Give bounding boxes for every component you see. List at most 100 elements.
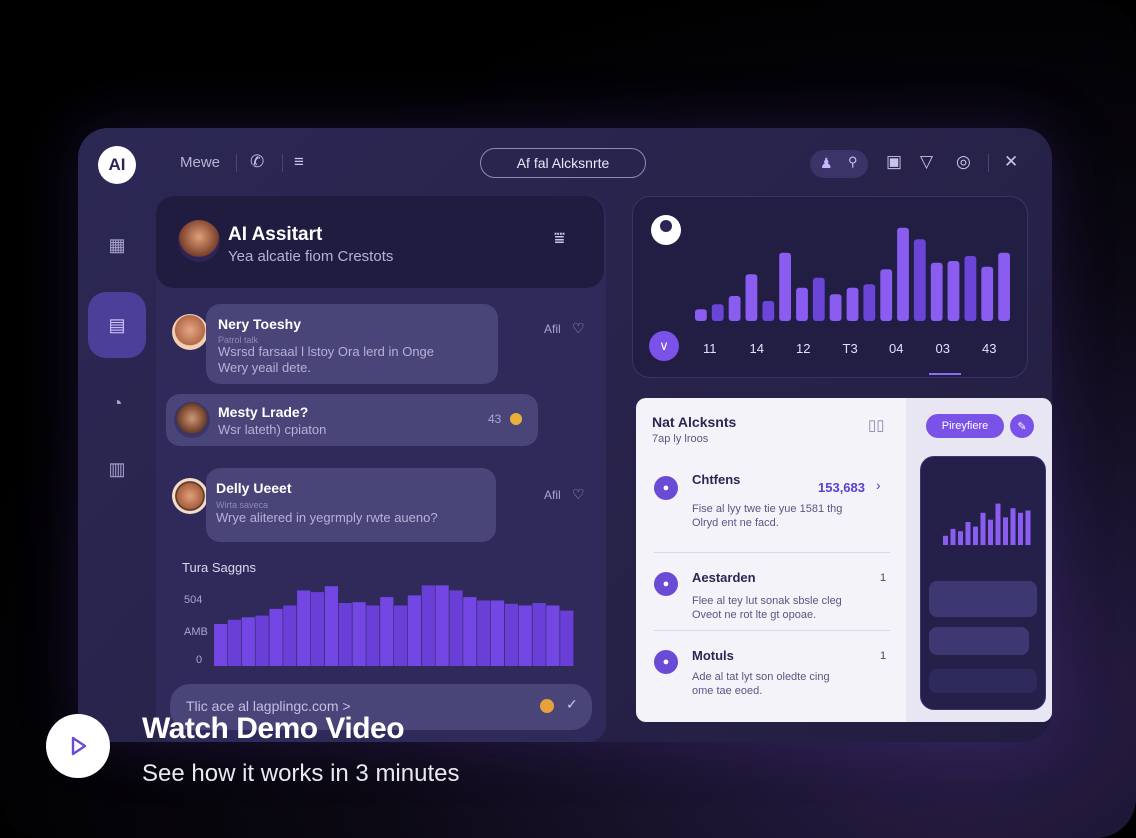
x-tick-label: 03 [935, 341, 950, 356]
phone-card [929, 627, 1029, 655]
histogram-bar [435, 585, 449, 666]
heart-icon[interactable]: ♡ [572, 486, 585, 503]
item-text: ome tae eoed. [692, 685, 763, 697]
histogram-bar [504, 603, 518, 666]
bar [695, 309, 707, 321]
message-bubble[interactable]: Nery Toeshy Patrol talk Wsrsd farsaal l … [206, 304, 498, 384]
mini-chart-title: Tura Saggns [182, 560, 256, 575]
x-tick-label: 43 [982, 341, 997, 356]
user-group-toggle[interactable]: ♟ ⚲ [810, 150, 868, 178]
message-text: Wery yeail dete. [218, 360, 311, 375]
phone-chart [943, 503, 1031, 545]
layout-icon[interactable]: ▯▯ [868, 416, 885, 434]
phone-icon[interactable]: ✆ [250, 152, 264, 172]
filter-icon[interactable]: ⩸ [554, 228, 565, 249]
demo-overlay: Watch Demo Video See how it works in 3 m… [0, 700, 1136, 838]
histogram-bar [297, 590, 311, 666]
bar [947, 261, 960, 321]
video-card[interactable]: AI Mewe ✆ ≡ Af fal Alcksnrte ♟ ⚲ ▣ ▽ ◎ ✕… [0, 0, 1136, 838]
message-sender: Mesty Lrade? [218, 404, 309, 420]
phone-bar [973, 526, 978, 545]
chart-toggle-button[interactable]: ∨ [649, 331, 679, 361]
chat-icon[interactable]: ◔ [100, 386, 134, 420]
item-title: Aestarden [692, 570, 756, 585]
item-text: Ade al tat lyt son oledte cing [692, 671, 830, 683]
histogram-bar [255, 615, 269, 666]
assistant-header: AI Assitart Yea alcatie fiom Crestots ⩸ [156, 196, 604, 288]
y-tick-label: 504 [184, 594, 203, 606]
screen-icon[interactable]: ▣ [886, 152, 902, 172]
edit-icon[interactable]: ✎ [1010, 414, 1034, 438]
play-button[interactable] [46, 714, 110, 778]
histogram-bar [463, 597, 477, 666]
heart-icon[interactable]: ♡ [572, 320, 585, 337]
phone-bar [950, 528, 956, 545]
phone-bar [1025, 510, 1031, 545]
item-value: 1 [880, 572, 887, 584]
y-tick-label: 0 [196, 654, 203, 666]
demo-title[interactable]: Watch Demo Video [142, 712, 405, 746]
item-value: 1 [880, 650, 887, 662]
chevron-right-icon[interactable]: › [876, 477, 881, 493]
bar [779, 252, 791, 321]
calendar-icon[interactable]: ▦ [100, 228, 134, 262]
item-text: Flee al tey lut sonak sbsle cleg [692, 595, 842, 607]
play-icon [71, 736, 87, 756]
bar [796, 287, 808, 321]
histogram-bar [214, 624, 228, 666]
histogram-bar [546, 605, 560, 666]
nav-label[interactable]: Mewe [180, 154, 220, 171]
divider [654, 552, 890, 553]
item-icon: ● [654, 476, 678, 500]
phone-bar [1003, 517, 1008, 545]
document-icon[interactable]: ▥ [100, 452, 134, 486]
message-bubble[interactable]: Mesty Lrade? Wsr lateth) cpiaton 43 [166, 394, 538, 446]
app-screenshot: AI Mewe ✆ ≡ Af fal Alcksnrte ♟ ⚲ ▣ ▽ ◎ ✕… [78, 128, 1052, 742]
bar [930, 262, 943, 321]
users-icon: ♟ [820, 155, 833, 171]
avatar [174, 402, 210, 438]
divider [654, 630, 890, 631]
chat-panel: AI Assitart Yea alcatie fiom Crestots ⩸ … [156, 196, 606, 742]
histogram-bar [518, 605, 532, 666]
briefcase-icon[interactable]: ▤ [100, 308, 134, 342]
bar [863, 284, 876, 321]
search-icon: ⚲ [848, 154, 858, 169]
histogram-bar [421, 585, 435, 666]
title-pill[interactable]: Af fal Alcksnrte [480, 148, 646, 178]
item-title: Chtfens [692, 472, 741, 487]
shield-icon[interactable]: ▽ [920, 152, 933, 172]
phone-bar [1018, 512, 1023, 545]
mini-histogram [214, 585, 574, 666]
phone-card [929, 581, 1037, 617]
divider [236, 154, 237, 172]
panel-subtitle: 7ap ly lroos [652, 433, 709, 445]
histogram-bar [490, 600, 505, 666]
histogram-bar [560, 610, 574, 666]
phone-input [929, 669, 1037, 693]
bar [913, 239, 926, 321]
bot-icon[interactable]: ◎ [956, 152, 971, 172]
primary-button[interactable]: Pireyfiere [926, 414, 1004, 438]
bar-chart [695, 227, 1010, 321]
chart-avatar [651, 215, 681, 245]
x-tick-label: T3 [842, 341, 858, 356]
close-icon[interactable]: ✕ [1004, 152, 1018, 172]
menu-icon[interactable]: ≡ [294, 152, 304, 172]
x-tick-label: 14 [749, 341, 764, 356]
histogram-bar [324, 586, 338, 666]
top-bar: AI Mewe ✆ ≡ Af fal Alcksnrte ♟ ⚲ ▣ ▽ ◎ ✕ [78, 128, 1052, 196]
bar [880, 269, 893, 321]
phone-preview [920, 456, 1046, 710]
bar-chart-card: ∨ 11 14 12 T3 04 03 43 [632, 196, 1028, 378]
histogram-bar [477, 600, 491, 666]
divider [988, 154, 989, 172]
message-bubble[interactable]: Delly Ueeet Wirta saveca Wrye alitered i… [206, 468, 496, 542]
app-logo: AI [98, 146, 136, 184]
x-tick-label: 04 [889, 341, 904, 356]
assistant-name: AI Assitart [228, 224, 323, 245]
phone-bar [988, 519, 993, 545]
bar [812, 277, 825, 321]
x-tick-label: 12 [796, 341, 811, 356]
histogram-bar [338, 603, 352, 666]
